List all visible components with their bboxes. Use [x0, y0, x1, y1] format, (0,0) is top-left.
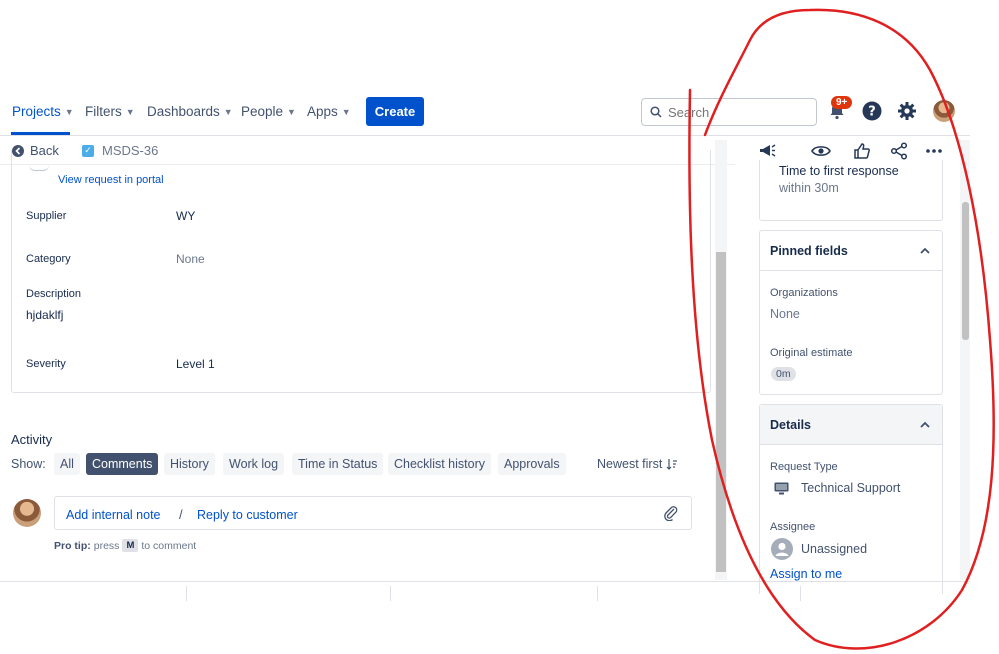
original-estimate-value[interactable]: 0m — [771, 367, 796, 381]
user-avatar[interactable] — [933, 100, 955, 122]
bottom-divider — [390, 586, 391, 601]
bottom-divider — [800, 586, 801, 601]
details-header[interactable]: Details — [760, 405, 942, 445]
request-type-label: Request Type — [770, 461, 838, 473]
composer-separator: / — [179, 507, 183, 522]
nav-filters[interactable]: Filters ▼ — [85, 104, 135, 119]
view-in-portal-link[interactable]: View request in portal — [58, 174, 164, 186]
sort-order-toggle[interactable]: Newest first — [597, 457, 678, 471]
details-card: Details — [759, 404, 943, 594]
field-value-description[interactable]: hjdaklfj — [26, 308, 63, 322]
attachment-icon[interactable] — [663, 505, 679, 524]
side-panel-scrollbar-thumb[interactable] — [962, 202, 969, 340]
pro-tip: Pro tip: press M to comment — [54, 539, 197, 552]
chevron-down-icon: ▼ — [223, 106, 233, 117]
field-value-category[interactable]: None — [176, 252, 205, 266]
main-scrollbar-thumb[interactable] — [716, 252, 726, 572]
reporter-avatar-edge — [29, 165, 49, 171]
field-value-supplier[interactable]: WY — [176, 209, 195, 223]
organizations-label: Organizations — [770, 287, 838, 299]
sort-icon — [666, 459, 678, 470]
assign-to-me-link[interactable]: Assign to me — [770, 567, 842, 581]
pinned-fields-header[interactable]: Pinned fields — [760, 231, 942, 271]
activity-heading: Activity — [11, 432, 53, 447]
comment-composer[interactable]: Add internal note / Reply to customer — [54, 496, 692, 530]
field-label-severity: Severity — [26, 358, 66, 370]
reply-to-customer-button[interactable]: Reply to customer — [197, 508, 298, 522]
active-nav-indicator — [11, 132, 70, 135]
original-estimate-label: Original estimate — [770, 347, 853, 359]
help-icon[interactable]: ? — [861, 100, 883, 122]
nav-apps[interactable]: Apps ▼ — [307, 104, 351, 119]
filter-all[interactable]: All — [54, 453, 80, 475]
add-internal-note-button[interactable]: Add internal note — [66, 508, 161, 522]
filter-comments[interactable]: Comments — [86, 453, 159, 475]
search-input[interactable] — [668, 104, 798, 120]
nav-projects[interactable]: Projects ▼ — [12, 104, 74, 119]
chevron-up-icon — [920, 247, 930, 254]
nav-dashboards[interactable]: Dashboards ▼ — [147, 104, 233, 119]
bottom-divider — [597, 586, 598, 601]
show-label: Show: — [11, 457, 46, 471]
filter-time-in-status[interactable]: Time in Status — [292, 453, 384, 475]
request-fields-card — [11, 150, 711, 393]
keyboard-shortcut-key: M — [122, 539, 139, 552]
vote-thumbs-up-icon[interactable] — [852, 142, 872, 160]
unassigned-avatar-icon — [771, 538, 793, 560]
assignee-value: Unassigned — [801, 542, 868, 556]
sla-value: within 30m — [779, 181, 839, 195]
top-navigation: Projects ▼ Filters ▼ Dashboards ▼ People ▼ A… — [0, 90, 970, 136]
notification-badge: 9+ — [831, 96, 853, 109]
current-user-avatar — [13, 499, 41, 527]
filter-checklist-history[interactable]: Checklist history — [388, 453, 491, 475]
details-title: Details — [770, 417, 811, 432]
feedback-megaphone-icon[interactable] — [757, 142, 777, 160]
request-type-value: Technical Support — [801, 481, 901, 495]
create-button[interactable]: Create — [366, 97, 424, 126]
field-label-description: Description — [26, 288, 82, 300]
organizations-value[interactable]: None — [770, 307, 800, 321]
monitor-icon — [774, 482, 789, 494]
field-label-category: Category — [26, 253, 71, 265]
search-field[interactable] — [641, 98, 817, 126]
nav-people[interactable]: People ▼ — [241, 104, 296, 119]
filter-work-log[interactable]: Work log — [223, 453, 285, 475]
watch-eye-icon[interactable] — [811, 142, 831, 160]
search-icon — [650, 106, 662, 118]
settings-icon[interactable] — [896, 100, 918, 122]
chevron-down-icon: ▼ — [287, 106, 296, 117]
chevron-up-icon — [920, 421, 930, 428]
assignee-field[interactable]: Unassigned — [771, 538, 867, 560]
chevron-down-icon: ▼ — [64, 106, 74, 117]
field-label-supplier: Supplier — [26, 210, 67, 222]
filter-history[interactable]: History — [164, 453, 215, 475]
assignee-label: Assignee — [770, 521, 816, 533]
field-value-severity[interactable]: Level 1 — [176, 357, 215, 371]
bottom-divider — [186, 586, 187, 601]
more-actions-icon[interactable] — [924, 142, 944, 160]
bottom-toolbar — [0, 581, 970, 601]
chevron-down-icon: ▼ — [341, 106, 351, 117]
share-icon[interactable] — [889, 142, 909, 160]
svg-text:?: ? — [868, 105, 876, 120]
pinned-fields-title: Pinned fields — [770, 243, 848, 258]
chevron-down-icon: ▼ — [125, 106, 135, 117]
filter-approvals[interactable]: Approvals — [498, 453, 566, 475]
sla-label: Time to first response — [779, 164, 899, 178]
request-type-field[interactable]: Technical Support — [774, 481, 900, 495]
